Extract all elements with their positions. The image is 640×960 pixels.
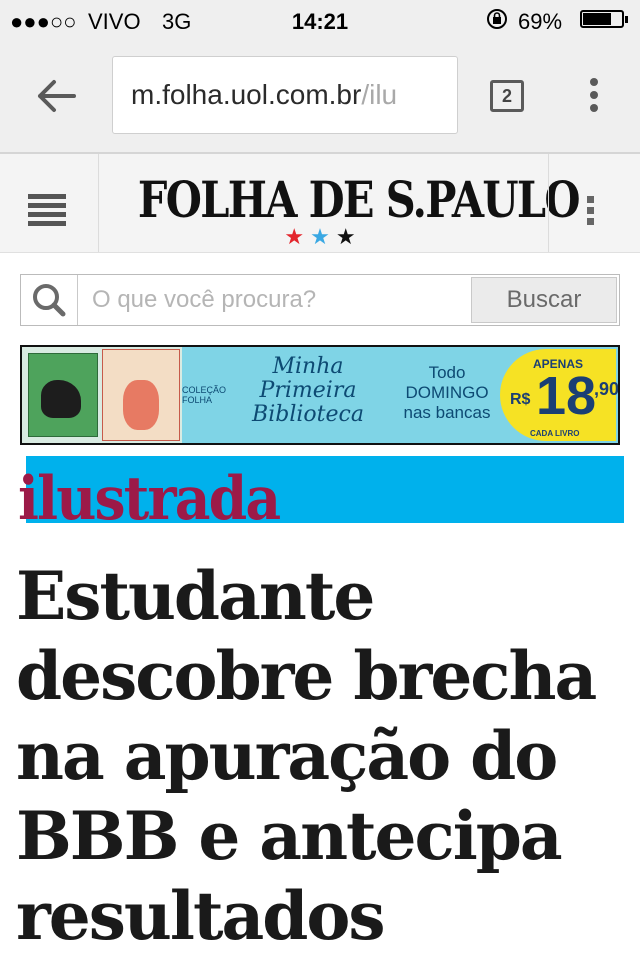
price-currency: R$ (510, 391, 531, 408)
site-header: FOLHA DE S.PAULO ★★★ (0, 154, 640, 253)
price-badge: APENAS R$ 18 ,90 CADA LIVRO (500, 349, 620, 441)
black-star-icon: ★ (335, 224, 362, 249)
search-button[interactable]: Buscar (471, 277, 617, 323)
browser-toolbar: m.folha.uol.com.br/ilu 2 (0, 40, 640, 154)
battery-icon (580, 10, 628, 28)
battery-percent: 69% (518, 9, 563, 34)
ad-title-line: Minha (272, 354, 344, 379)
url-path: /ilu (361, 79, 398, 110)
hamburger-menu-icon[interactable] (28, 194, 66, 230)
ad-schedule-line: nas bancas (403, 403, 491, 422)
book-cover (102, 349, 180, 441)
back-arrow-icon[interactable] (30, 74, 82, 118)
section-label[interactable]: ilustrada (18, 464, 281, 534)
search-input[interactable] (78, 275, 468, 325)
url-host: m.folha.uol.com.br (131, 79, 362, 110)
search-form: Buscar (20, 274, 620, 326)
price-unit: CADA LIVRO (530, 429, 580, 438)
red-star-icon: ★ (284, 224, 311, 249)
overflow-menu-icon[interactable] (584, 78, 604, 118)
book-covers-image (22, 347, 182, 443)
article-headline: Estudante descobre brecha na apuração do… (16, 557, 597, 955)
ad-schedule-line: DOMINGO (405, 383, 489, 402)
ad-schedule: Todo DOMINGO nas bancas (392, 363, 502, 423)
ad-title: Minha Primeira Biblioteca (228, 355, 388, 427)
rotation-lock-icon (487, 9, 507, 29)
ad-banner[interactable]: COLEÇÃO FOLHA Minha Primeira Biblioteca … (20, 345, 620, 445)
blue-star-icon: ★ (310, 224, 336, 249)
vertical-dots-icon[interactable] (585, 196, 595, 232)
site-logo[interactable]: FOLHA DE S.PAULO (138, 170, 581, 229)
price-cents: ,90 (594, 379, 620, 399)
address-bar[interactable]: m.folha.uol.com.br/ilu (112, 56, 458, 134)
search-icon (33, 284, 66, 317)
tabs-icon[interactable]: 2 (490, 80, 524, 112)
status-bar: ●●●○○ VIVO 3G 14:21 69% (0, 0, 640, 40)
search-icon-container (21, 275, 78, 325)
book-cover (28, 353, 98, 437)
divider (98, 154, 99, 252)
ad-title-line: Primeira (259, 378, 357, 403)
ad-schedule-line: Todo (428, 363, 466, 382)
logo-stars: ★★★ (100, 224, 546, 250)
price-amount: 18 (536, 366, 597, 426)
divider (548, 154, 549, 252)
ad-title-line: Biblioteca (252, 402, 364, 427)
